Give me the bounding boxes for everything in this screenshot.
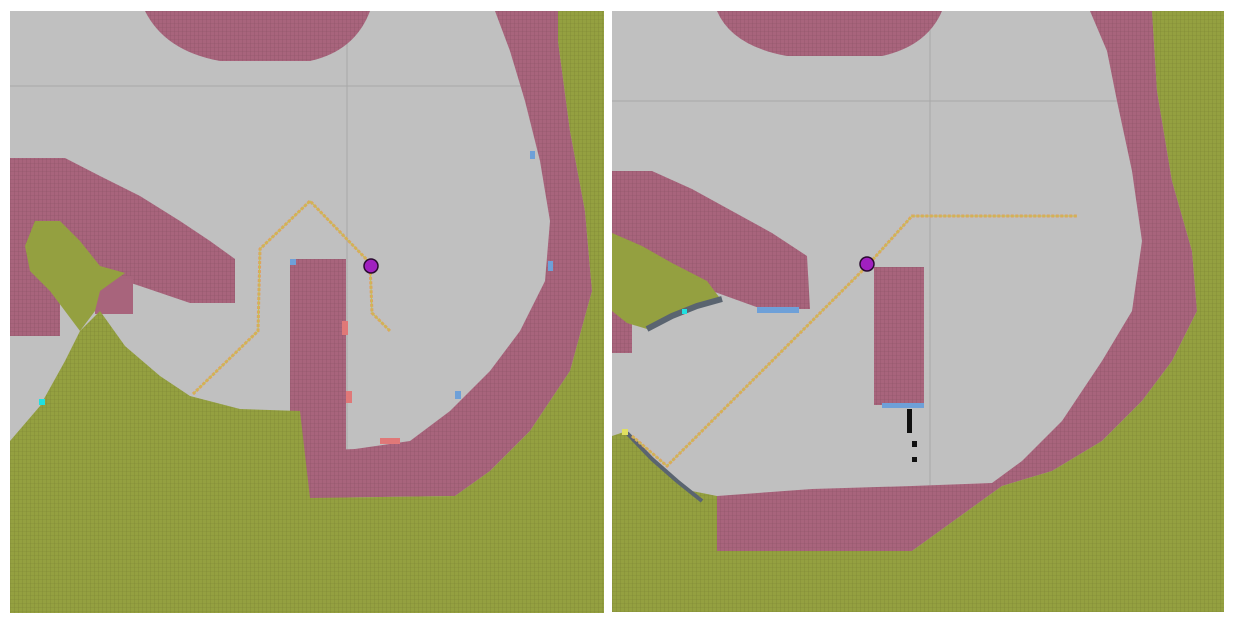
robot-position-marker[interactable] [859,256,875,272]
edge-cell-yellow [622,429,628,435]
sensor-mark [907,409,912,433]
edge-cell-blue [290,259,296,265]
edge-cell-blue [757,307,799,313]
edge-cell-red [342,321,348,335]
sensor-mark [912,441,917,447]
robot-position-marker[interactable] [363,258,379,274]
edge-cell-cyan [682,309,687,314]
edge-cell-blue [882,403,924,408]
edge-cell-blue [455,391,461,399]
sensor-mark [912,457,917,462]
map-panel-right[interactable] [612,11,1224,612]
map-canvas-right [612,11,1224,612]
edge-cell-blue [530,151,535,159]
edge-cell-cyan [39,399,45,405]
map-panel-left[interactable] [10,11,604,613]
map-canvas-left [10,11,604,613]
edge-cell-red [380,438,400,444]
edge-cell-blue [548,261,553,271]
edge-cell-red [346,391,352,403]
